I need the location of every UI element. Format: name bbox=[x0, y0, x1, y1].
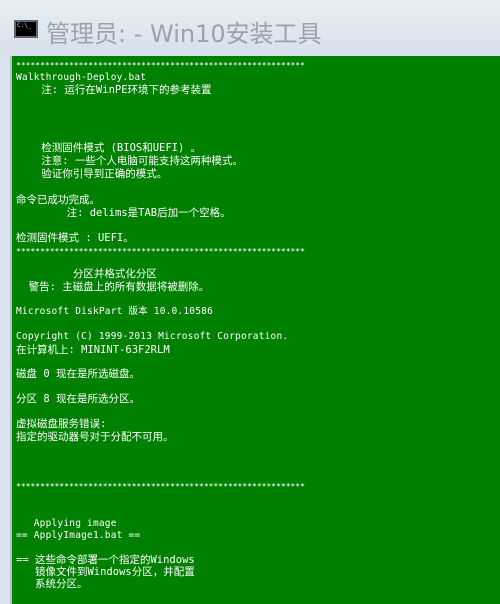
title-bar[interactable]: 管理员: - Win10安装工具 bbox=[0, 0, 500, 56]
console-line: 检测固件模式 (BIOS和UEFI) 。 bbox=[16, 142, 202, 154]
console-line: Applying image bbox=[16, 518, 117, 529]
console-line: == ApplyImage1.bat == bbox=[16, 530, 141, 541]
separator-line: ****************************************… bbox=[16, 482, 305, 491]
console-line: 命令已成功完成。 bbox=[16, 194, 100, 206]
window-title: 管理员: - Win10安装工具 bbox=[46, 20, 322, 48]
console-line: 在计算机上: MININT-63F2RLM bbox=[16, 344, 170, 356]
cmd-icon[interactable] bbox=[14, 20, 38, 38]
console-line: Microsoft DiskPart 版本 10.0.10586 bbox=[16, 306, 213, 317]
console-line: 系统分区。 bbox=[16, 578, 88, 590]
console-line: 验证你引导到正确的模式。 bbox=[16, 168, 168, 180]
console-line: 分区并格式化分区 bbox=[16, 268, 157, 280]
console-line: == 这些命令部署一个指定的Windows bbox=[16, 554, 195, 566]
console-line: 分区 8 现在是所选分区。 bbox=[16, 393, 140, 405]
console-line: 注: delims是TAB后加一个空格。 bbox=[16, 207, 231, 219]
separator-line: ****************************************… bbox=[16, 61, 305, 70]
console-line: 注意: 一些个人电脑可能支持这两种模式。 bbox=[16, 155, 243, 167]
console-window: 管理员: - Win10安装工具 ***********************… bbox=[0, 0, 500, 604]
console-line: Copyright (C) 1999-2013 Microsoft Corpor… bbox=[16, 331, 289, 342]
console-line: 虚拟磁盘服务错误: bbox=[16, 418, 107, 430]
separator-line: ****************************************… bbox=[16, 247, 305, 256]
console-line: 警告: 主磁盘上的所有数据将被删除。 bbox=[16, 281, 210, 293]
console-line: 镜像文件到Windows分区，并配置 bbox=[16, 566, 195, 578]
console-line: 磁盘 0 现在是所选磁盘。 bbox=[16, 368, 140, 380]
console-output[interactable]: ****************************************… bbox=[10, 56, 500, 604]
console-line: 指定的驱动器号对于分配不可用。 bbox=[16, 431, 174, 443]
console-line: 注: 运行在WinPE环境下的参考装置 bbox=[16, 84, 212, 96]
console-line: Walkthrough-Deploy.bat bbox=[16, 72, 147, 83]
console-line: 检测固件模式 : UEFI。 bbox=[16, 232, 134, 244]
